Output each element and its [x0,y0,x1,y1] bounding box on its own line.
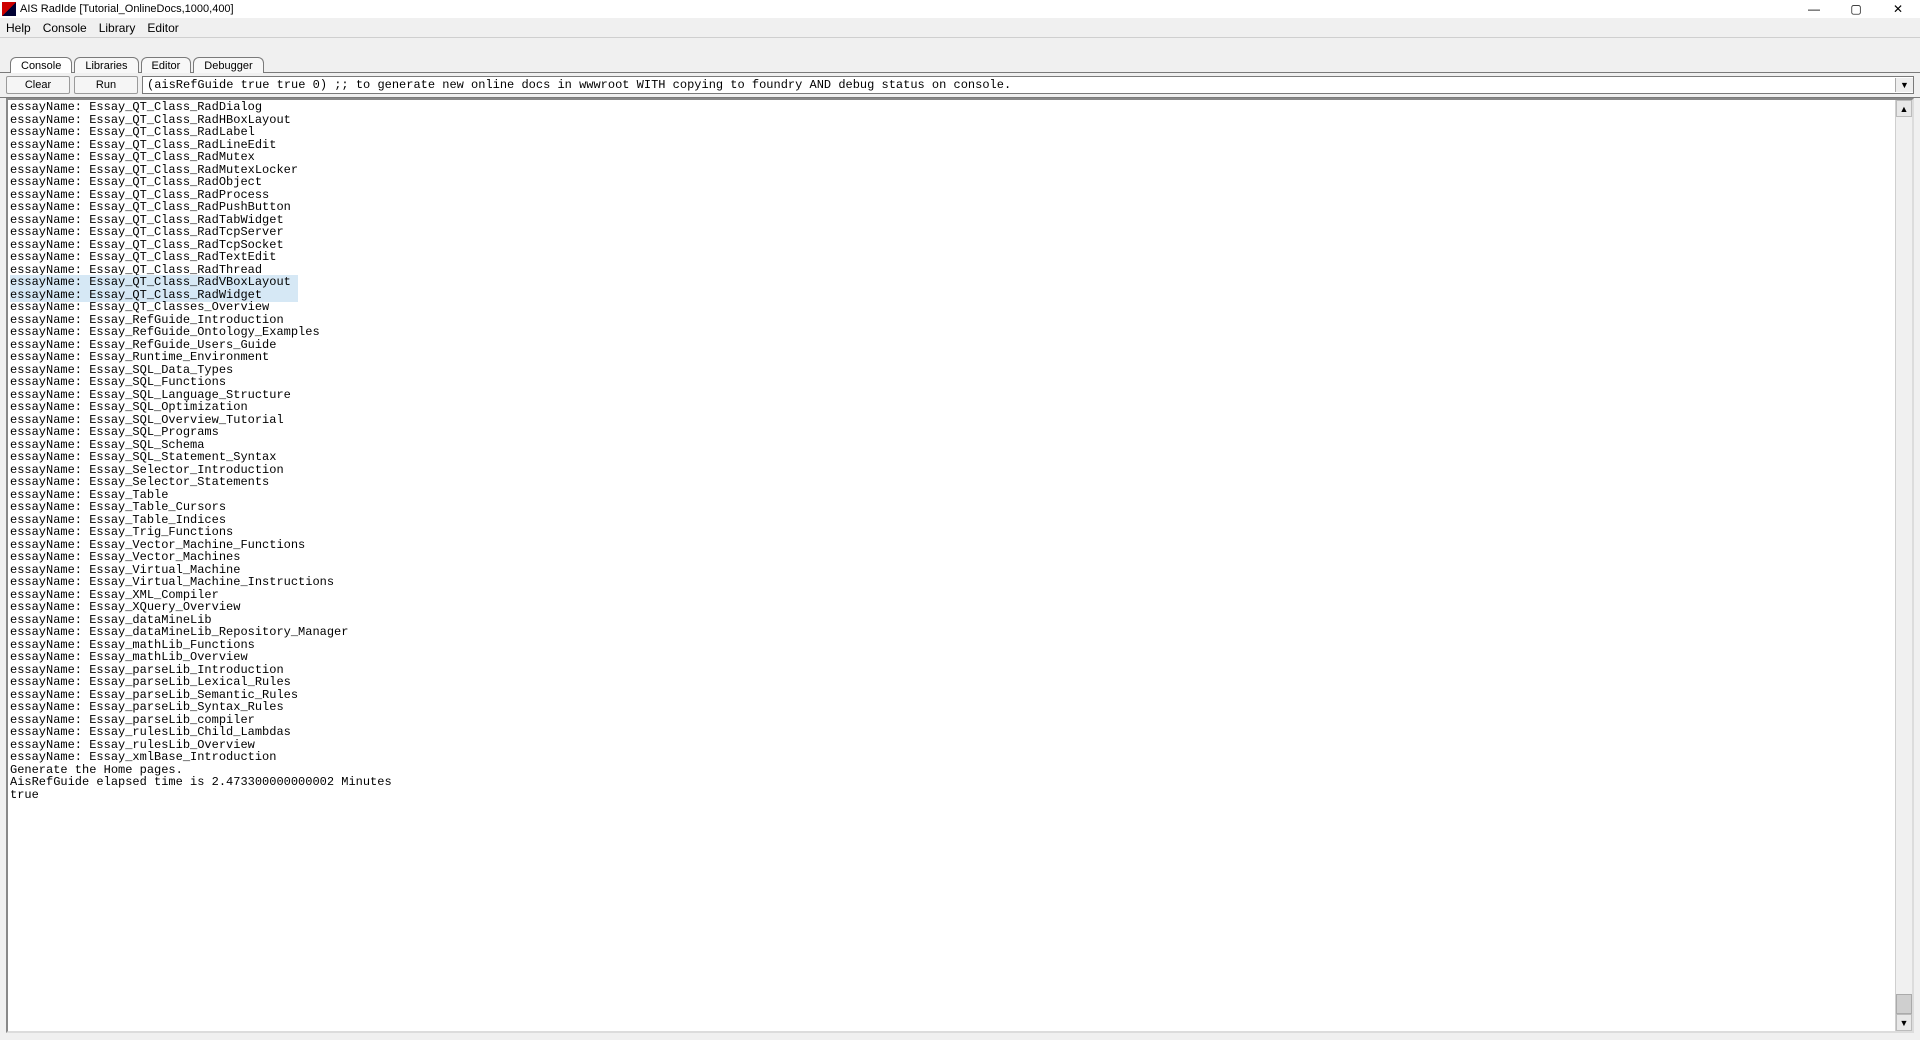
tab-libraries[interactable]: Libraries [74,57,138,73]
clear-button[interactable]: Clear [6,76,70,94]
menu-help[interactable]: Help [6,21,31,35]
app-icon [2,2,16,16]
command-dropdown-icon[interactable]: ▼ [1895,78,1913,92]
scroll-thumb[interactable] [1896,994,1912,1014]
menubar: Help Console Library Editor [0,18,1920,38]
vertical-scrollbar[interactable]: ▲ ▼ [1895,100,1912,1031]
maximize-button[interactable]: ▢ [1844,2,1868,16]
tab-debugger[interactable]: Debugger [193,57,263,73]
minimize-button[interactable]: — [1802,2,1826,16]
console-panel: essayName: Essay_QT_Class_RadDialog essa… [6,98,1914,1033]
titlebar: AIS RadIde [Tutorial_OnlineDocs,1000,400… [0,0,1920,18]
menu-editor[interactable]: Editor [147,21,178,35]
tab-editor[interactable]: Editor [141,57,192,73]
toolbar: Clear Run ▼ [0,72,1920,98]
close-button[interactable]: ✕ [1886,2,1910,16]
menu-library[interactable]: Library [99,21,136,35]
command-input[interactable] [143,77,1895,93]
scroll-up-icon[interactable]: ▲ [1896,100,1912,117]
scroll-down-icon[interactable]: ▼ [1896,1014,1912,1031]
tab-row: Console Libraries Editor Debugger [0,52,1920,72]
command-combo[interactable]: ▼ [142,76,1914,94]
window-title: AIS RadIde [Tutorial_OnlineDocs,1000,400… [20,3,234,15]
run-button[interactable]: Run [74,76,138,94]
menu-console[interactable]: Console [43,21,87,35]
console-output[interactable]: essayName: Essay_QT_Class_RadDialog essa… [8,100,1895,1031]
tab-console[interactable]: Console [10,57,72,73]
